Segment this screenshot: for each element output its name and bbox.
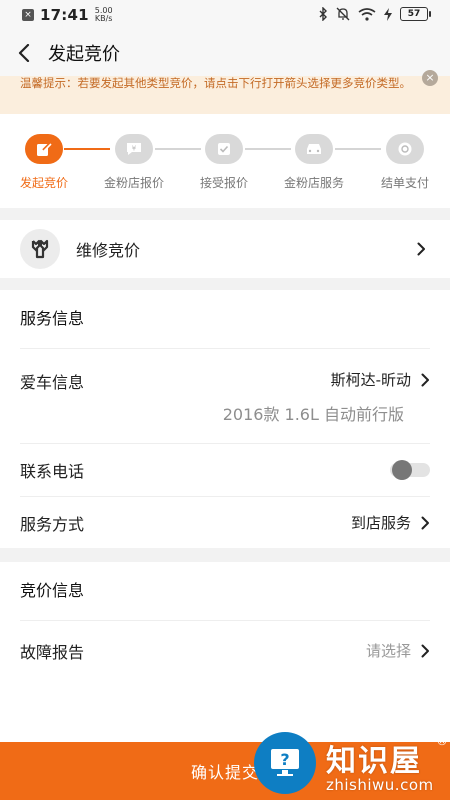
- tip-text: 温馨提示：若要发起其他类型竞价，请点击下行打开箭头选择更多竞价类型。: [20, 76, 411, 90]
- notification-icon: ×: [22, 9, 34, 21]
- watermark-registered: ®: [436, 734, 448, 748]
- watermark-domain: zhishiwu.com: [326, 776, 434, 794]
- watermark-logo: ? 知识屋 ® zhishiwu.com: [250, 732, 450, 800]
- step-label: 金粉店服务: [283, 176, 344, 190]
- car-info-value: 斯柯达-昕动: [330, 371, 411, 389]
- page-title: 发起竞价: [48, 44, 120, 65]
- bid-info-card: 竞价信息 故障报告 请选择: [0, 562, 450, 742]
- progress-steps: 发起竞价 ¥ 金粉店报价 接受报价 金粉店服务 结单支付: [0, 114, 450, 208]
- step-initiate-bid: 发起竞价: [4, 114, 84, 191]
- car-icon: [307, 144, 321, 154]
- step-settle-pay: 结单支付: [365, 114, 445, 191]
- battery-indicator: 57: [400, 7, 431, 21]
- step-label: 结单支付: [380, 176, 429, 190]
- phone-row: 联系电话: [20, 443, 430, 496]
- car-info-row[interactable]: 爱车信息 斯柯达-昕动 2016款 1.6L 自动前行版: [20, 348, 430, 443]
- car-info-label: 爱车信息: [20, 373, 85, 392]
- chevron-right-icon: [421, 644, 429, 657]
- step-circle: [25, 134, 63, 164]
- network-speed: 5.00 KB/s: [95, 7, 113, 23]
- step-shop-quote: ¥ 金粉店报价: [94, 114, 174, 191]
- step-label: 接受报价: [199, 176, 248, 190]
- step-label: 金粉店报价: [103, 176, 164, 190]
- help-monitor-icon: ?: [254, 732, 316, 794]
- watermark-name: 知识屋: [326, 744, 422, 779]
- step-shop-service: 金粉店服务: [274, 114, 354, 191]
- service-method-label: 服务方式: [20, 514, 85, 534]
- chevron-left-icon: [18, 44, 30, 62]
- payment-icon: [398, 142, 412, 156]
- phone-toggle[interactable]: [390, 460, 430, 480]
- step-circle: [205, 134, 243, 164]
- bid-type-label: 维修竞价: [76, 241, 141, 260]
- svg-text:¥: ¥: [132, 145, 137, 153]
- bluetooth-icon: [319, 7, 327, 21]
- status-bar: × 17:41 5.00 KB/s 57: [0, 0, 450, 30]
- status-time: 17:41: [40, 6, 89, 24]
- svg-text:?: ?: [280, 750, 289, 769]
- step-circle: [295, 134, 333, 164]
- step-circle: [386, 134, 424, 164]
- mute-icon: [336, 7, 350, 21]
- chevron-right-icon: [421, 516, 429, 529]
- wrench-icon: [20, 229, 60, 269]
- fault-report-row[interactable]: 故障报告 请选择: [20, 620, 430, 680]
- back-button[interactable]: [0, 30, 48, 76]
- car-model-detail: 2016款 1.6L 自动前行版: [222, 405, 404, 424]
- tip-close-button[interactable]: ×: [422, 70, 438, 86]
- chevron-right-icon: [421, 373, 429, 386]
- service-info-title: 服务信息: [20, 309, 85, 328]
- app-header: 发起竞价: [0, 30, 450, 76]
- service-method-row[interactable]: 服务方式 到店服务: [20, 496, 430, 548]
- price-bubble-icon: ¥: [127, 143, 141, 155]
- fault-report-label: 故障报告: [20, 642, 85, 662]
- service-method-value: 到店服务: [350, 514, 411, 532]
- phone-label: 联系电话: [20, 462, 85, 481]
- edit-icon: [37, 142, 52, 156]
- bid-info-title: 竞价信息: [20, 581, 85, 600]
- fault-report-placeholder: 请选择: [365, 642, 411, 660]
- step-accept-quote: 接受报价: [184, 114, 264, 191]
- charging-icon: [384, 7, 392, 21]
- service-info-card: 服务信息 爱车信息 斯柯达-昕动 2016款 1.6L 自动前行版 联系电话 服…: [0, 290, 450, 548]
- chevron-right-icon: [414, 242, 428, 256]
- checkbox-icon: [218, 143, 230, 155]
- submit-label: 确认提交: [190, 763, 259, 782]
- step-circle: ¥: [115, 134, 153, 164]
- bid-type-selector[interactable]: 维修竞价: [0, 220, 450, 278]
- toggle-knob: [392, 460, 412, 480]
- wifi-icon: [358, 7, 376, 21]
- tip-banner: 温馨提示：若要发起其他类型竞价，请点击下行打开箭头选择更多竞价类型。 ×: [0, 70, 450, 114]
- step-label: 发起竞价: [19, 176, 68, 190]
- network-speed-unit: KB/s: [94, 14, 113, 23]
